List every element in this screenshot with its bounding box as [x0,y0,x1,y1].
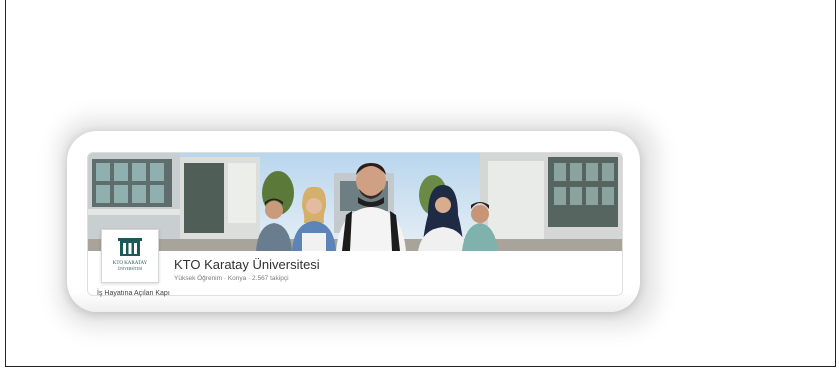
company-page-header: KTO KARATAY ÜNİVERSİTESİ KTO Karatay Üni… [87,152,623,296]
company-name[interactable]: KTO Karatay Üniversitesi [174,257,320,272]
logo-text-line1: KTO KARATAY [113,261,148,266]
company-logo[interactable]: KTO KARATAY ÜNİVERSİTESİ [101,229,159,283]
linkedin-company-card: KTO KARATAY ÜNİVERSİTESİ KTO Karatay Üni… [67,131,640,312]
cover-image [88,153,622,251]
logo-text-line2: ÜNİVERSİTESİ [118,266,143,271]
company-tagline: İş Hayatına Açılan Kapı [97,290,170,297]
company-meta: Yüksek Öğrenim · Konya · 2.567 takipçi [174,275,289,282]
